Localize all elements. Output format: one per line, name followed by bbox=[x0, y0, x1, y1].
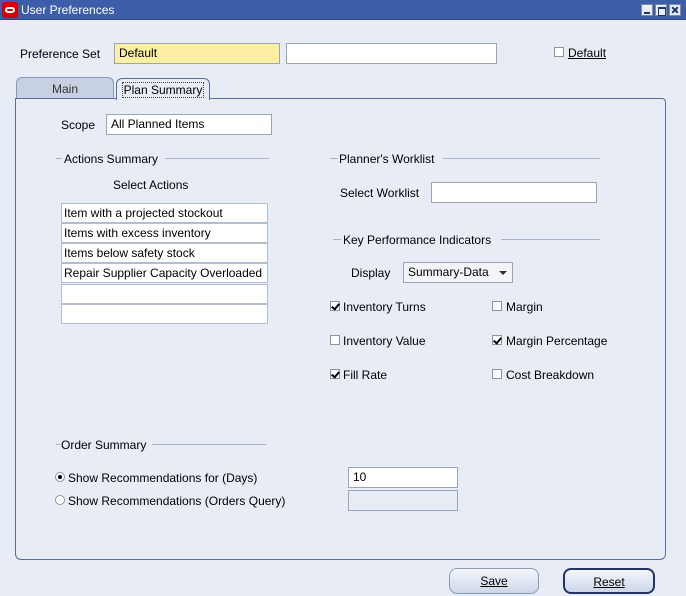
actions-summary-rule bbox=[165, 158, 269, 159]
select-worklist-label: Select Worklist bbox=[340, 186, 420, 200]
days-input[interactable]: 10 bbox=[348, 467, 458, 488]
show-days-label: Show Recommendations for (Days) bbox=[68, 471, 258, 485]
reset-button-label: Reset bbox=[593, 575, 625, 589]
order-summary-rule-left bbox=[56, 444, 60, 445]
show-orders-query-label: Show Recommendations (Orders Query) bbox=[68, 494, 286, 508]
display-select-value: Summary-Data bbox=[408, 265, 489, 279]
select-worklist-input[interactable] bbox=[431, 182, 597, 203]
kpi-title: Key Performance Indicators bbox=[343, 233, 492, 247]
save-button-label: Save bbox=[480, 574, 508, 588]
actions-summary-rule-left bbox=[56, 158, 62, 159]
list-item[interactable]: Repair Supplier Capacity Overloaded bbox=[61, 263, 268, 283]
preference-set-description-input[interactable] bbox=[286, 43, 497, 64]
margin-label: Margin bbox=[506, 300, 543, 314]
inventory-value-label: Inventory Value bbox=[343, 334, 426, 348]
inventory-turns-checkbox[interactable] bbox=[330, 301, 340, 311]
order-summary-rule bbox=[152, 444, 266, 445]
margin-checkbox[interactable] bbox=[492, 301, 502, 311]
default-checkbox[interactable] bbox=[554, 47, 564, 57]
window-title: User Preferences bbox=[21, 3, 115, 17]
show-orders-query-radio[interactable] bbox=[55, 495, 65, 505]
list-item[interactable]: Items with excess inventory bbox=[61, 223, 268, 243]
list-item[interactable] bbox=[61, 304, 268, 324]
order-summary-title: Order Summary bbox=[61, 438, 147, 452]
tab-plan-summary-label: Plan Summary bbox=[121, 82, 205, 98]
tab-main-label: Main bbox=[51, 82, 78, 96]
kpi-rule-left bbox=[333, 239, 341, 240]
save-button[interactable]: Save bbox=[449, 568, 539, 594]
tab-main[interactable]: Main bbox=[16, 77, 114, 99]
worklist-rule-left bbox=[330, 158, 338, 159]
window-titlebar: User Preferences bbox=[0, 0, 686, 20]
cost-breakdown-label: Cost Breakdown bbox=[506, 368, 595, 382]
preference-set-input[interactable]: Default bbox=[114, 43, 280, 64]
fill-rate-label: Fill Rate bbox=[343, 368, 388, 382]
margin-percentage-checkbox[interactable] bbox=[492, 335, 502, 345]
select-actions-label: Select Actions bbox=[113, 178, 189, 192]
show-days-radio[interactable] bbox=[55, 472, 65, 482]
close-icon[interactable] bbox=[669, 4, 681, 16]
scope-label: Scope bbox=[61, 118, 96, 132]
inventory-turns-label: Inventory Turns bbox=[343, 300, 426, 314]
fill-rate-checkbox[interactable] bbox=[330, 369, 340, 379]
list-item[interactable]: Item with a projected stockout bbox=[61, 203, 268, 223]
default-checkbox-label: Default bbox=[568, 46, 607, 60]
scope-input[interactable]: All Planned Items bbox=[106, 114, 272, 135]
maximize-icon[interactable] bbox=[655, 4, 667, 16]
list-item[interactable] bbox=[61, 284, 268, 304]
worklist-title: Planner's Worklist bbox=[339, 152, 435, 166]
margin-percentage-label: Margin Percentage bbox=[506, 334, 608, 348]
list-item[interactable]: Items below safety stock bbox=[61, 243, 268, 263]
display-select[interactable]: Summary-Data bbox=[403, 262, 513, 283]
cost-breakdown-checkbox[interactable] bbox=[492, 369, 502, 379]
orders-query-input[interactable] bbox=[348, 490, 458, 511]
display-label: Display bbox=[351, 266, 391, 280]
worklist-rule bbox=[443, 158, 600, 159]
actions-summary-title: Actions Summary bbox=[64, 152, 159, 166]
preference-set-label: Preference Set bbox=[20, 47, 101, 61]
kpi-rule bbox=[501, 239, 600, 240]
oracle-logo-icon bbox=[2, 2, 18, 18]
plan-summary-panel bbox=[15, 98, 666, 560]
chevron-down-icon bbox=[499, 271, 507, 275]
inventory-value-checkbox[interactable] bbox=[330, 335, 340, 345]
reset-button[interactable]: Reset bbox=[563, 568, 655, 594]
minimize-icon[interactable] bbox=[641, 4, 653, 16]
tab-plan-summary[interactable]: Plan Summary bbox=[116, 78, 210, 100]
